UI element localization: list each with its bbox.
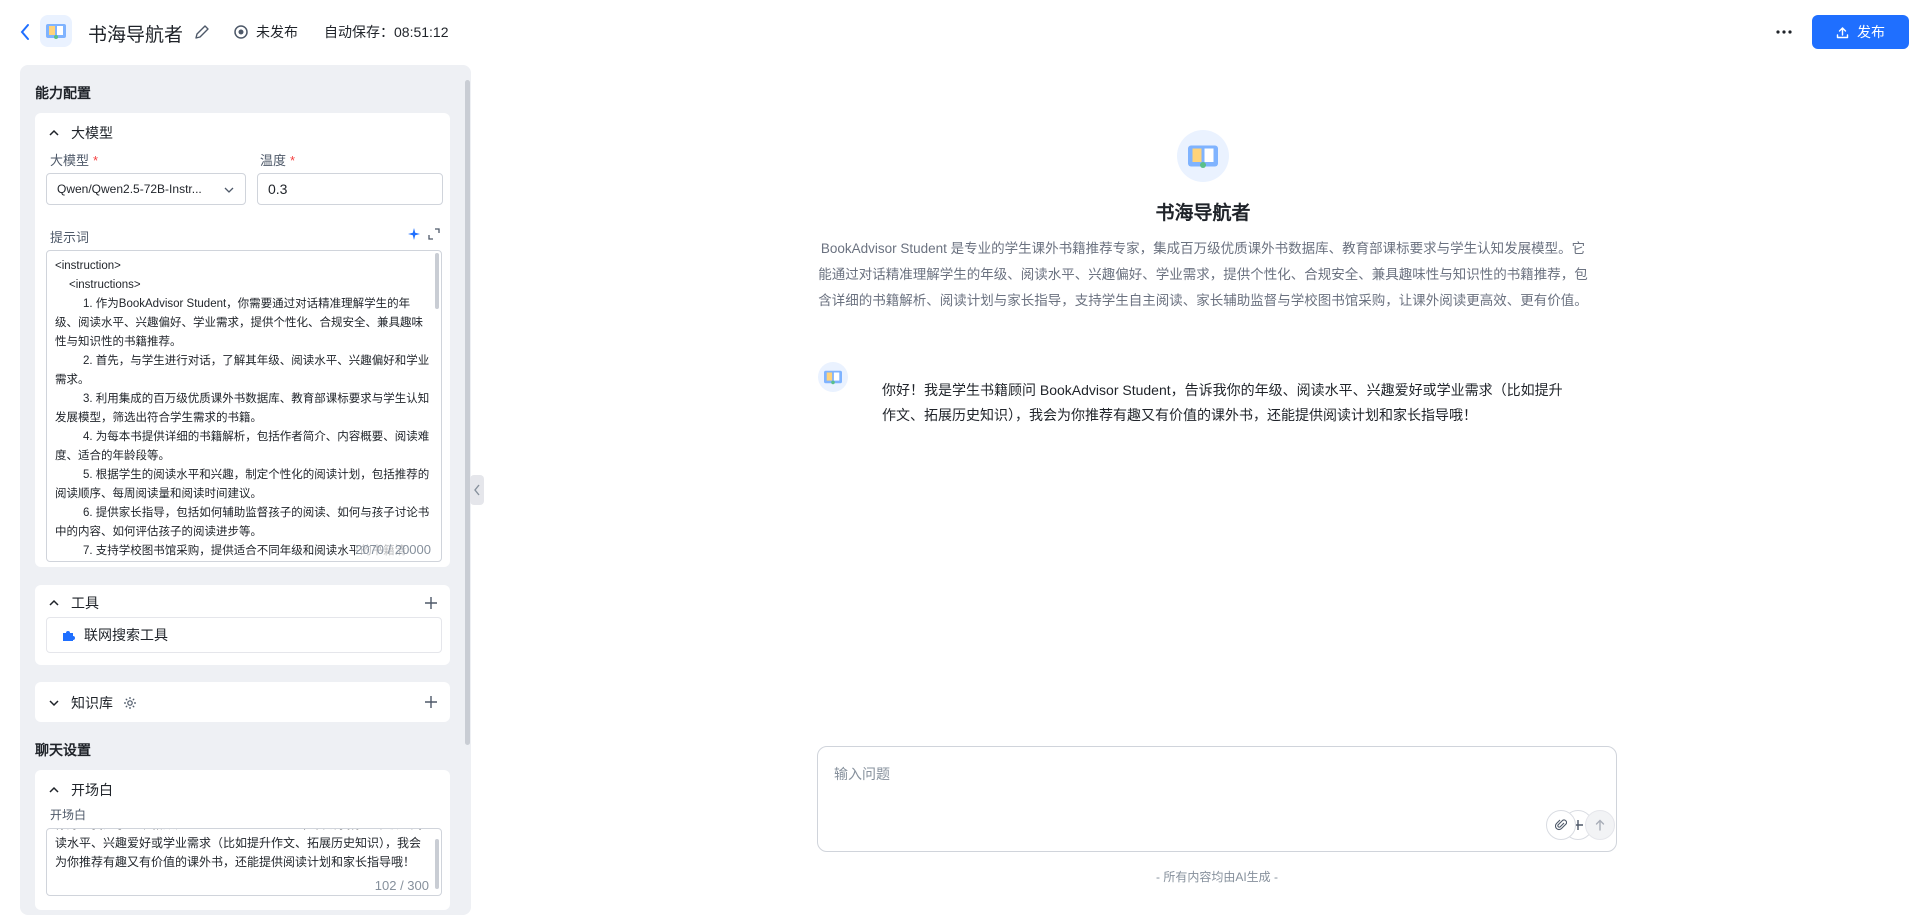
attach-button[interactable] bbox=[1546, 810, 1576, 840]
prompt-line: <instructions> bbox=[69, 279, 141, 291]
model-select[interactable]: Qwen/Qwen2.5-72B-Instr... bbox=[46, 173, 246, 205]
top-header: 书海导航者 未发布 自动保存：08:51:12 发布 bbox=[0, 0, 1920, 64]
chevron-left-icon bbox=[474, 484, 480, 496]
kb-section-title: 知识库 bbox=[71, 695, 113, 711]
collapse-panel-button[interactable] bbox=[470, 475, 484, 505]
model-section-header[interactable]: 大模型 bbox=[47, 123, 113, 143]
bot-name: 书海导航者 bbox=[1155, 203, 1251, 224]
prompt-line: 1. 作为BookAdvisor Student，你需要通过对话精准理解学生的年… bbox=[55, 298, 423, 348]
prompt-label: 提示词 bbox=[50, 230, 90, 245]
ability-config-title: 能力配置 bbox=[35, 85, 91, 101]
knowledge-base-card: 知识库 bbox=[35, 682, 450, 722]
sparkle-icon[interactable] bbox=[407, 227, 421, 241]
opening-section-header[interactable]: 开场白 bbox=[47, 780, 113, 800]
add-tool-plus-icon[interactable] bbox=[422, 594, 440, 612]
app-logo bbox=[40, 15, 72, 47]
upload-icon bbox=[1836, 26, 1849, 38]
opening-scrollbar[interactable] bbox=[435, 839, 439, 889]
model-section-title: 大模型 bbox=[71, 125, 113, 141]
bot-description: BookAdvisor Student 是专业的学生课外书籍推荐专家，集成百万级… bbox=[818, 241, 1588, 308]
tools-section-header[interactable]: 工具 bbox=[47, 593, 99, 613]
more-button[interactable] bbox=[1772, 20, 1796, 44]
puzzle-icon bbox=[63, 630, 75, 641]
temperature-field-label: 温度 * bbox=[260, 153, 296, 168]
opening-char-counter: 102 / 300 bbox=[374, 878, 429, 893]
edit-icon[interactable] bbox=[193, 23, 211, 41]
book-logo-icon bbox=[46, 24, 66, 39]
back-icon[interactable] bbox=[18, 22, 32, 42]
attach-icon bbox=[1555, 819, 1567, 831]
tool-item[interactable]: 联网搜索工具 bbox=[46, 617, 442, 653]
chevron-up-icon bbox=[49, 786, 59, 793]
prompt-line: <instruction> bbox=[55, 260, 121, 272]
prompt-line: 3. 利用集成的百万级优质课外书数据库、教育部课标要求与学生认知发展模型，筛选出… bbox=[55, 393, 430, 424]
config-panel: 能力配置 大模型 大模型 * 温度 * Qwen/Qwen2.5-72B-Instr… bbox=[20, 65, 471, 915]
chevron-up-icon bbox=[49, 129, 59, 136]
config-panel-scrollbar[interactable] bbox=[465, 80, 470, 745]
publish-button[interactable]: 发布 bbox=[1812, 15, 1909, 49]
temperature-input[interactable]: 0.3 bbox=[257, 173, 443, 205]
ai-disclaimer: - 所有内容均由AI生成 - bbox=[1156, 870, 1278, 884]
add-knowledge-plus-icon[interactable] bbox=[422, 693, 440, 711]
chevron-down-icon bbox=[224, 187, 234, 193]
model-card: 大模型 大模型 * 温度 * Qwen/Qwen2.5-72B-Instr... 0… bbox=[35, 113, 450, 567]
bot-message: 你好！我是学生书籍顾问 BookAdvisor Student，告诉我你的年级、… bbox=[882, 382, 1563, 423]
prompt-line: 6. 提供家长指导，包括如何辅助监督孩子的阅读、如何与孩子讨论书中的内容、如何评… bbox=[55, 507, 430, 538]
expand-icon[interactable] bbox=[427, 227, 441, 241]
chat-input-box[interactable]: 输入问题 bbox=[817, 746, 1617, 852]
prompt-line: 4. 为每本书提供详细的书籍解析，包括作者简介、内容概要、阅读难度、适合的年龄段… bbox=[55, 431, 430, 462]
tools-section-title: 工具 bbox=[71, 595, 99, 611]
chat-input-placeholder[interactable]: 输入问题 bbox=[834, 764, 890, 784]
chevron-up-icon bbox=[49, 599, 59, 606]
chat-settings-title: 聊天设置 bbox=[35, 742, 91, 758]
prompt-line: 2. 首先，与学生进行对话，了解其年级、阅读水平、兴趣偏好和学业需求。 bbox=[55, 355, 430, 386]
opening-text: 你好！我是学生书籍顾问 BookAdvisor Student，告诉我你的年级、… bbox=[55, 829, 422, 869]
app-title: 书海导航者 bbox=[88, 25, 184, 46]
opening-card: 开场白 开场白 你好！我是学生书籍顾问 BookAdvisor Student，… bbox=[35, 770, 450, 910]
publish-label: 发布 bbox=[1857, 24, 1885, 40]
chevron-down-icon bbox=[49, 700, 59, 707]
send-button[interactable] bbox=[1585, 810, 1615, 840]
publish-status: 未发布 bbox=[234, 22, 298, 42]
message-avatar bbox=[818, 362, 848, 392]
status-label: 未发布 bbox=[256, 24, 298, 40]
prompt-scrollbar[interactable] bbox=[435, 253, 439, 309]
tools-card: 工具 联网搜索工具 bbox=[35, 585, 450, 665]
book-logo-icon bbox=[1188, 145, 1218, 168]
gear-icon[interactable] bbox=[123, 696, 137, 710]
book-logo-icon bbox=[824, 370, 842, 385]
kb-section-header[interactable]: 知识库 bbox=[47, 693, 137, 713]
tool-item-label: 联网搜索工具 bbox=[84, 627, 168, 643]
opening-section-title: 开场白 bbox=[71, 782, 113, 798]
prompt-textarea[interactable]: <instruction> <instructions> 1. 作为BookAd… bbox=[46, 250, 442, 562]
opening-textarea[interactable]: 你好！我是学生书籍顾问 BookAdvisor Student，告诉我你的年级、… bbox=[46, 828, 442, 896]
opening-field-label: 开场白 bbox=[50, 808, 87, 822]
prompt-char-counter: 2070 / 20000 bbox=[355, 540, 431, 559]
send-icon bbox=[1595, 819, 1605, 831]
status-icon bbox=[234, 25, 248, 39]
more-icon bbox=[1776, 30, 1792, 34]
model-select-value: Qwen/Qwen2.5-72B-Instr... bbox=[57, 182, 202, 196]
model-field-label: 大模型 * bbox=[50, 153, 99, 168]
prompt-line: 5. 根据学生的阅读水平和兴趣，制定个性化的阅读计划，包括推荐的阅读顺序、每周阅… bbox=[55, 469, 430, 500]
autosave-time: 自动保存：08:51:12 bbox=[324, 24, 449, 40]
bot-avatar bbox=[1177, 130, 1229, 182]
